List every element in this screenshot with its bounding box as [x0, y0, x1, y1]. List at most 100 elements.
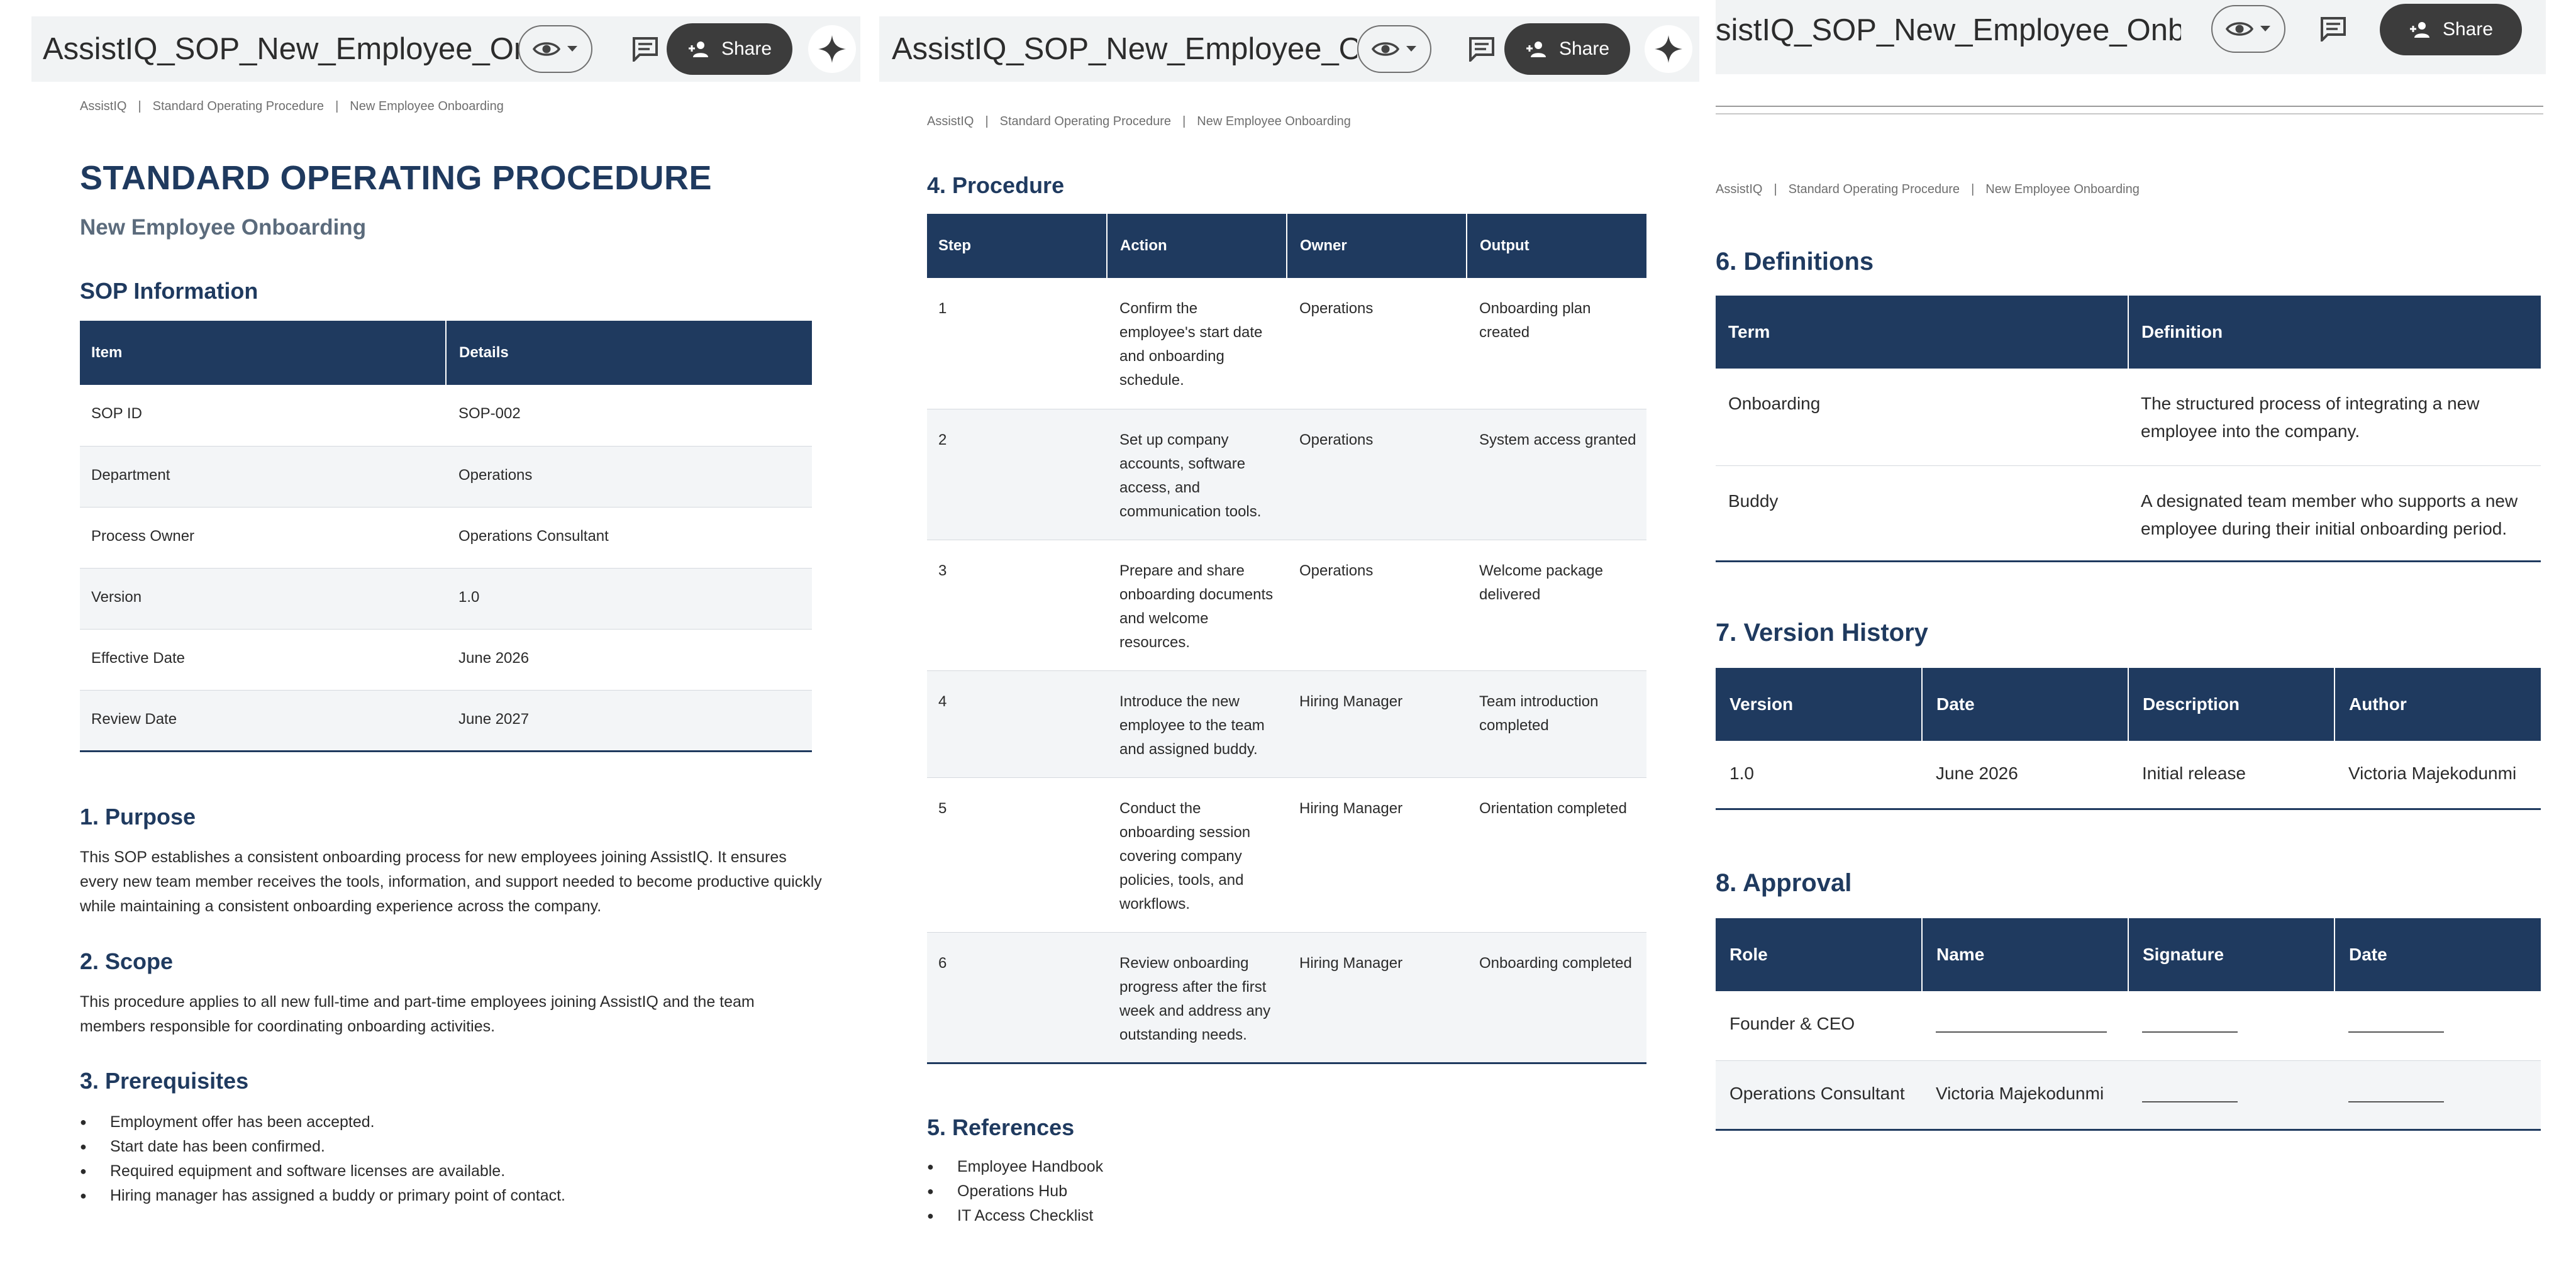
share-button[interactable]: Share [1504, 23, 1630, 75]
table-row: Founder & CEO [1716, 991, 2541, 1061]
table-row: 1 Confirm the employee's start date and … [927, 278, 1646, 409]
breadcrumb-item: Standard Operating Procedure [152, 99, 325, 113]
page-subtitle: New Employee Onboarding [80, 215, 367, 240]
section-heading-purpose: 1. Purpose [80, 804, 196, 830]
section-heading-sop-info: SOP Information [80, 278, 258, 304]
table-header: Description [2128, 668, 2335, 741]
breadcrumb-item: New Employee Onboarding [1985, 182, 2140, 196]
signature-line[interactable] [2128, 991, 2334, 1061]
view-mode-button[interactable] [2211, 5, 2285, 53]
prerequisites-list: Employment offer has been accepted. Star… [80, 1110, 835, 1208]
version-history-table: Version Date Description Author 1.0 June… [1716, 668, 2541, 810]
section-heading-references: 5. References [927, 1114, 1075, 1140]
breadcrumb-item: AssistIQ [927, 114, 974, 128]
signature-date-line[interactable] [2334, 1060, 2541, 1131]
breadcrumb: AssistIQ | Standard Operating Procedure | Ne… [80, 99, 504, 113]
table-header: Version [1716, 668, 1923, 741]
references-list: Employee Handbook Operations Hub IT Acce… [927, 1155, 1430, 1228]
share-label: Share [2442, 19, 2494, 40]
page-title: STANDARD OPERATING PROCEDURE [80, 159, 713, 197]
blank-line [1936, 1015, 2107, 1033]
table-header: Details [446, 321, 812, 385]
breadcrumb-item: New Employee Onboarding [350, 99, 504, 113]
doc-title[interactable]: AssistIQ_SOP_New_Employee_Onb... [892, 31, 1357, 67]
doc-toolbar: AssistIQ_SOP_New_Employee_Onb... Share [31, 16, 860, 82]
blank-line [2348, 1015, 2444, 1033]
section-heading-definitions: 6. Definitions [1716, 248, 1874, 275]
scope-text: This procedure applies to all new full-t… [80, 993, 755, 1035]
share-label: Share [1558, 38, 1610, 59]
ai-assistant-button[interactable] [1645, 25, 1692, 73]
sparkle-icon [818, 35, 846, 63]
table-header: Action [1107, 214, 1287, 278]
table-row: Operations Consultant Victoria Majekodun… [1716, 1060, 2541, 1131]
approval-table: Role Name Signature Date Founder & CEO O… [1716, 918, 2541, 1131]
doc-toolbar: sistIQ_SOP_New_Employee_Onb... Share [1716, 0, 2546, 74]
section-heading-scope: 2. Scope [80, 948, 174, 974]
list-item: Start date has been confirmed. [80, 1135, 835, 1159]
table-row: 5 Conduct the onboarding session coverin… [927, 777, 1646, 933]
share-button[interactable]: Share [667, 23, 792, 75]
add-person-icon [1526, 42, 1546, 57]
share-button[interactable]: Share [2380, 4, 2522, 55]
share-label: Share [721, 38, 772, 59]
document-page-1: AssistIQ_SOP_New_Employee_Onb... Share A… [0, 0, 868, 1288]
table-row: SOP ID SOP-002 [80, 385, 812, 447]
table-row: Version 1.0 [80, 568, 812, 630]
list-item: IT Access Checklist [927, 1204, 1430, 1228]
section-heading-version-history: 7. Version History [1716, 619, 1928, 647]
table-row: 1.0 June 2026 Initial release Victoria M… [1716, 741, 2541, 810]
table-row: Onboarding The structured process of int… [1716, 369, 2541, 466]
chevron-down-icon [2260, 26, 2270, 31]
table-header: Output [1467, 214, 1646, 278]
chevron-down-icon [1406, 46, 1416, 52]
view-mode-button[interactable] [1357, 25, 1431, 73]
list-item: Employment offer has been accepted. [80, 1110, 835, 1135]
comments-button[interactable] [2314, 10, 2352, 48]
breadcrumb-item: Standard Operating Procedure [1788, 182, 1960, 196]
table-header: Term [1716, 296, 2129, 369]
table-header: Date [2334, 918, 2541, 991]
add-person-icon [688, 42, 708, 57]
comments-button[interactable] [626, 30, 664, 68]
doc-title[interactable]: AssistIQ_SOP_New_Employee_Onb... [43, 31, 521, 67]
eye-icon [533, 42, 560, 56]
comments-button[interactable] [1463, 30, 1501, 68]
list-item: Required equipment and software licenses… [80, 1159, 835, 1184]
divider [1716, 106, 2543, 107]
view-mode-button[interactable] [518, 25, 592, 73]
breadcrumb-item: AssistIQ [80, 99, 127, 113]
table-row: 6 Review onboarding progress after the f… [927, 932, 1646, 1064]
breadcrumb-item: AssistIQ [1716, 182, 1763, 196]
signature-line-name[interactable] [1922, 991, 2128, 1061]
table-row: Effective Date June 2026 [80, 629, 812, 691]
comment-icon [633, 37, 658, 62]
purpose-text: This SOP establishes a consistent onboar… [80, 848, 822, 915]
signature-line[interactable] [2128, 1060, 2334, 1131]
table-row: 2 Set up company accounts, software acce… [927, 409, 1646, 540]
section-heading-prerequisites: 3. Prerequisites [80, 1068, 249, 1094]
ai-assistant-button[interactable] [808, 25, 856, 73]
table-row: Review Date June 2027 [80, 690, 812, 752]
breadcrumb-item: New Employee Onboarding [1197, 114, 1351, 128]
list-item: Operations Hub [927, 1179, 1430, 1204]
blank-line [2142, 1015, 2238, 1033]
table-header: Item [80, 321, 447, 385]
section-heading-procedure: 4. Procedure [927, 172, 1065, 198]
eye-icon [1372, 42, 1399, 56]
divider [1716, 113, 2543, 114]
table-row: 4 Introduce the new employee to the team… [927, 670, 1646, 778]
doc-title[interactable]: sistIQ_SOP_New_Employee_Onb... [1716, 13, 2181, 48]
table-row: 3 Prepare and share onboarding documents… [927, 540, 1646, 671]
table-header: Name [1922, 918, 2129, 991]
section-heading-approval: 8. Approval [1716, 869, 1852, 897]
signature-date-line[interactable] [2334, 991, 2541, 1061]
table-header: Owner [1287, 214, 1467, 278]
blank-line [2142, 1085, 2238, 1102]
table-header: Author [2334, 668, 2541, 741]
table-row: Department Operations [80, 446, 812, 508]
sop-info-table: Item Details SOP ID SOP-002 Department Ope… [80, 321, 812, 752]
chevron-down-icon [567, 46, 577, 52]
doc-toolbar: AssistIQ_SOP_New_Employee_Onb... Share [879, 16, 1699, 82]
table-header: Role [1716, 918, 1923, 991]
